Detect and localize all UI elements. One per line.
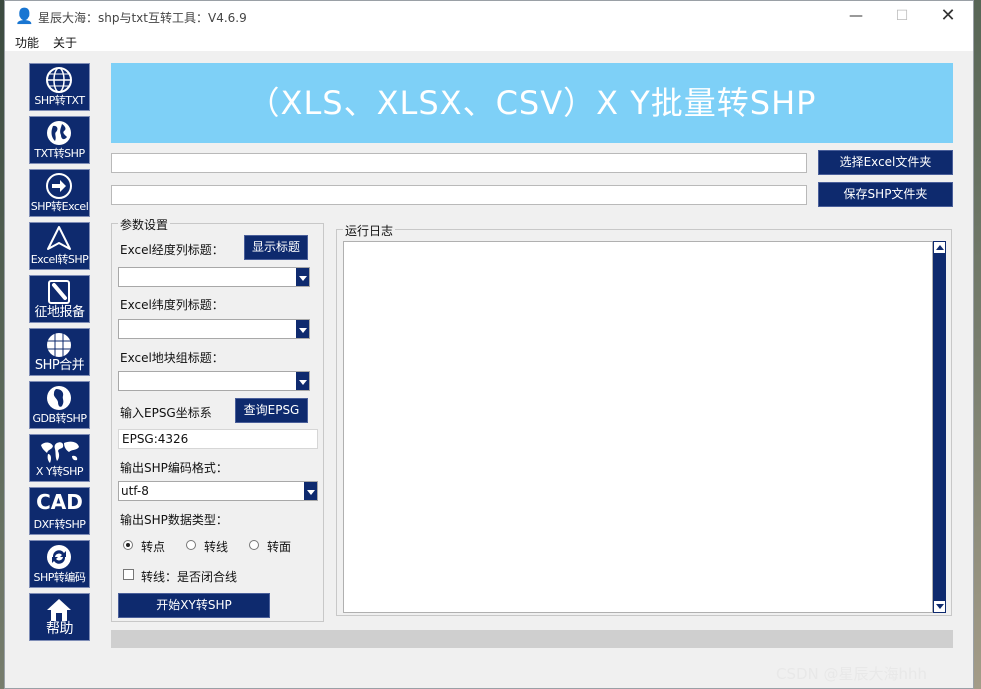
radio-point[interactable]: [123, 540, 133, 550]
query-epsg-button[interactable]: 查询EPSG: [235, 398, 308, 423]
sidebar-item-txt-to-shp[interactable]: TXT转SHP: [29, 116, 90, 164]
encoding-select[interactable]: utf-8: [118, 481, 318, 501]
menu-function[interactable]: 功能: [15, 34, 39, 51]
sidebar-item-shp-merge[interactable]: SHP合并: [29, 328, 90, 376]
chevron-down-icon: [296, 320, 309, 338]
sidebar-item-land-report[interactable]: 征地报备: [29, 275, 90, 323]
sidebar-item-label: 征地报备: [34, 305, 85, 320]
lon-column-label: Excel经度列标题：: [120, 243, 224, 257]
sidebar-item-label: TXT转SHP: [34, 147, 85, 160]
scroll-down-icon[interactable]: [934, 601, 945, 612]
menu-about[interactable]: 关于: [53, 34, 77, 51]
encoding-value: utf-8: [121, 484, 149, 498]
data-type-label: 输出SHP数据类型：: [120, 513, 228, 527]
radio-line[interactable]: [186, 540, 196, 550]
sidebar-item-excel-to-shp[interactable]: Excel转SHP: [29, 222, 90, 270]
chevron-down-icon: [304, 482, 317, 500]
sidebar-item-label: DXF转SHP: [33, 518, 86, 531]
sidebar-item-gdb-to-shp[interactable]: GDB转SHP: [29, 381, 90, 429]
close-line-label: 转线：是否闭合线: [141, 570, 238, 584]
app-window: 👤 星辰大海：shp与txt互转工具：V4.6.9 — ☐ ✕ 功能 关于 SH…: [4, 0, 974, 689]
plot-group-select[interactable]: [118, 371, 310, 391]
chevron-down-icon: [296, 372, 309, 390]
show-headers-button[interactable]: 显示标题: [244, 235, 308, 260]
sidebar-item-label: Excel转SHP: [30, 253, 89, 266]
minimize-button[interactable]: —: [833, 1, 879, 31]
log-textarea[interactable]: [343, 241, 933, 613]
plot-group-label: Excel地块组标题：: [120, 351, 224, 365]
close-line-checkbox[interactable]: [123, 569, 134, 580]
sidebar-item-shp-to-excel[interactable]: SHP转Excel: [29, 169, 90, 217]
watermark-text: CSDN @星辰大海hhh: [776, 665, 928, 683]
title-bar: 👤 星辰大海：shp与txt互转工具：V4.6.9 — ☐ ✕: [5, 1, 973, 31]
epsg-label: 输入EPSG坐标系: [120, 406, 212, 420]
radio-point-label: 转点: [141, 540, 166, 554]
encoding-label: 输出SHP编码格式：: [120, 461, 228, 475]
lat-column-label: Excel纬度列标题：: [120, 298, 224, 312]
lat-column-select[interactable]: [118, 319, 310, 339]
close-button[interactable]: ✕: [925, 1, 971, 31]
refresh-icon: [47, 545, 71, 569]
goku-icon: 👤: [15, 7, 34, 25]
navigation-icon: [47, 226, 71, 250]
arrow-right-circle-icon: [46, 173, 72, 199]
radio-polygon-label: 转面: [267, 540, 292, 554]
sidebar-item-shp-to-txt[interactable]: SHP转TXT: [29, 63, 90, 111]
sidebar-item-label: 帮助: [46, 621, 74, 637]
save-shp-folder-button[interactable]: 保存SHP文件夹: [818, 182, 953, 207]
cad-icon: CAD: [36, 490, 83, 514]
start-xy-to-shp-button[interactable]: 开始XY转SHP: [118, 593, 270, 618]
sidebar-item-label: SHP转Excel: [30, 200, 89, 213]
sidebar-item-label: SHP转编码: [33, 571, 86, 584]
sidebar-item-help[interactable]: 帮助: [29, 593, 90, 641]
page-title-banner: （XLS、XLSX、CSV）X Y批量转SHP: [111, 63, 953, 143]
progress-bar: [111, 630, 953, 648]
params-group-title: 参数设置: [118, 216, 171, 233]
maximize-button[interactable]: ☐: [879, 1, 925, 31]
globe-icon: [46, 67, 72, 93]
sidebar-item-shp-encoding[interactable]: SHP转编码: [29, 540, 90, 588]
sidebar-item-xy-to-shp[interactable]: X Y转SHP: [29, 434, 90, 482]
sidebar-item-dxf-to-shp[interactable]: CAD DXF转SHP: [29, 487, 90, 535]
lon-column-select[interactable]: [118, 267, 310, 287]
earth-icon: [47, 121, 71, 145]
scroll-up-icon[interactable]: [934, 242, 945, 253]
sidebar-item-label: SHP合并: [34, 358, 85, 373]
shp-folder-input[interactable]: [111, 185, 807, 205]
log-group-title: 运行日志: [343, 222, 396, 239]
epsg-input[interactable]: EPSG:4326: [118, 429, 318, 449]
world-map-icon: [41, 441, 79, 463]
sidebar-item-label: GDB转SHP: [32, 412, 87, 425]
excel-folder-input[interactable]: [111, 153, 807, 173]
radio-line-label: 转线: [204, 540, 229, 554]
log-scrollbar[interactable]: [933, 241, 946, 613]
sidebar-item-label: X Y转SHP: [35, 465, 84, 478]
sidebar-item-label: SHP转TXT: [34, 94, 85, 107]
select-excel-folder-button[interactable]: 选择Excel文件夹: [818, 150, 953, 175]
window-title: 星辰大海：shp与txt互转工具：V4.6.9: [38, 11, 247, 25]
radio-polygon[interactable]: [249, 540, 259, 550]
globe-africa-icon: [47, 386, 71, 410]
menu-bar: 功能 关于: [5, 31, 973, 51]
chevron-down-icon: [296, 268, 309, 286]
